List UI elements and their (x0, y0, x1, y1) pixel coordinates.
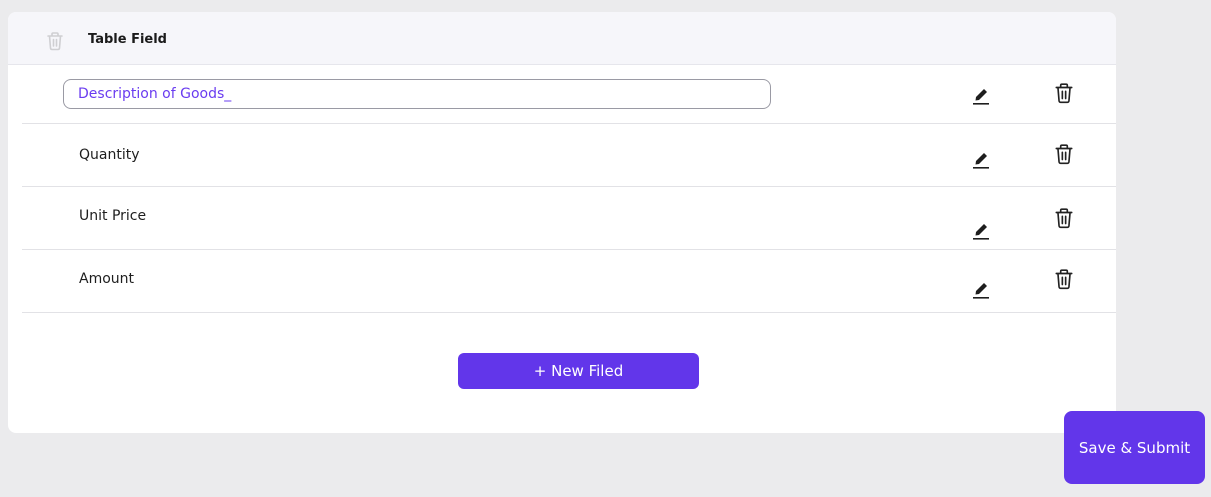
new-field-button[interactable]: + New Filed (458, 353, 699, 389)
table-field-card: Table Field Quantity (8, 12, 1116, 433)
table-row: Amount (22, 250, 1116, 313)
card-header: Table Field (8, 12, 1116, 65)
trash-icon[interactable] (1054, 268, 1074, 290)
field-label: Amount (79, 271, 135, 287)
table-row: Quantity (22, 124, 1116, 187)
trash-icon[interactable] (1054, 207, 1074, 229)
trash-icon (46, 31, 64, 51)
table-field-title: Table Field (88, 32, 167, 47)
save-submit-button[interactable]: Save & Submit (1064, 411, 1205, 484)
field-label: Unit Price (79, 208, 147, 224)
trash-icon[interactable] (1054, 143, 1074, 165)
pencil-icon[interactable] (971, 147, 991, 169)
table-row (22, 65, 1116, 124)
pencil-icon[interactable] (971, 218, 991, 240)
table-row: Unit Price (22, 187, 1116, 250)
field-label: Quantity (79, 147, 140, 163)
field-name-input[interactable] (63, 79, 771, 109)
pencil-icon[interactable] (971, 277, 991, 299)
trash-icon[interactable] (1054, 82, 1074, 104)
pencil-icon[interactable] (971, 83, 991, 105)
